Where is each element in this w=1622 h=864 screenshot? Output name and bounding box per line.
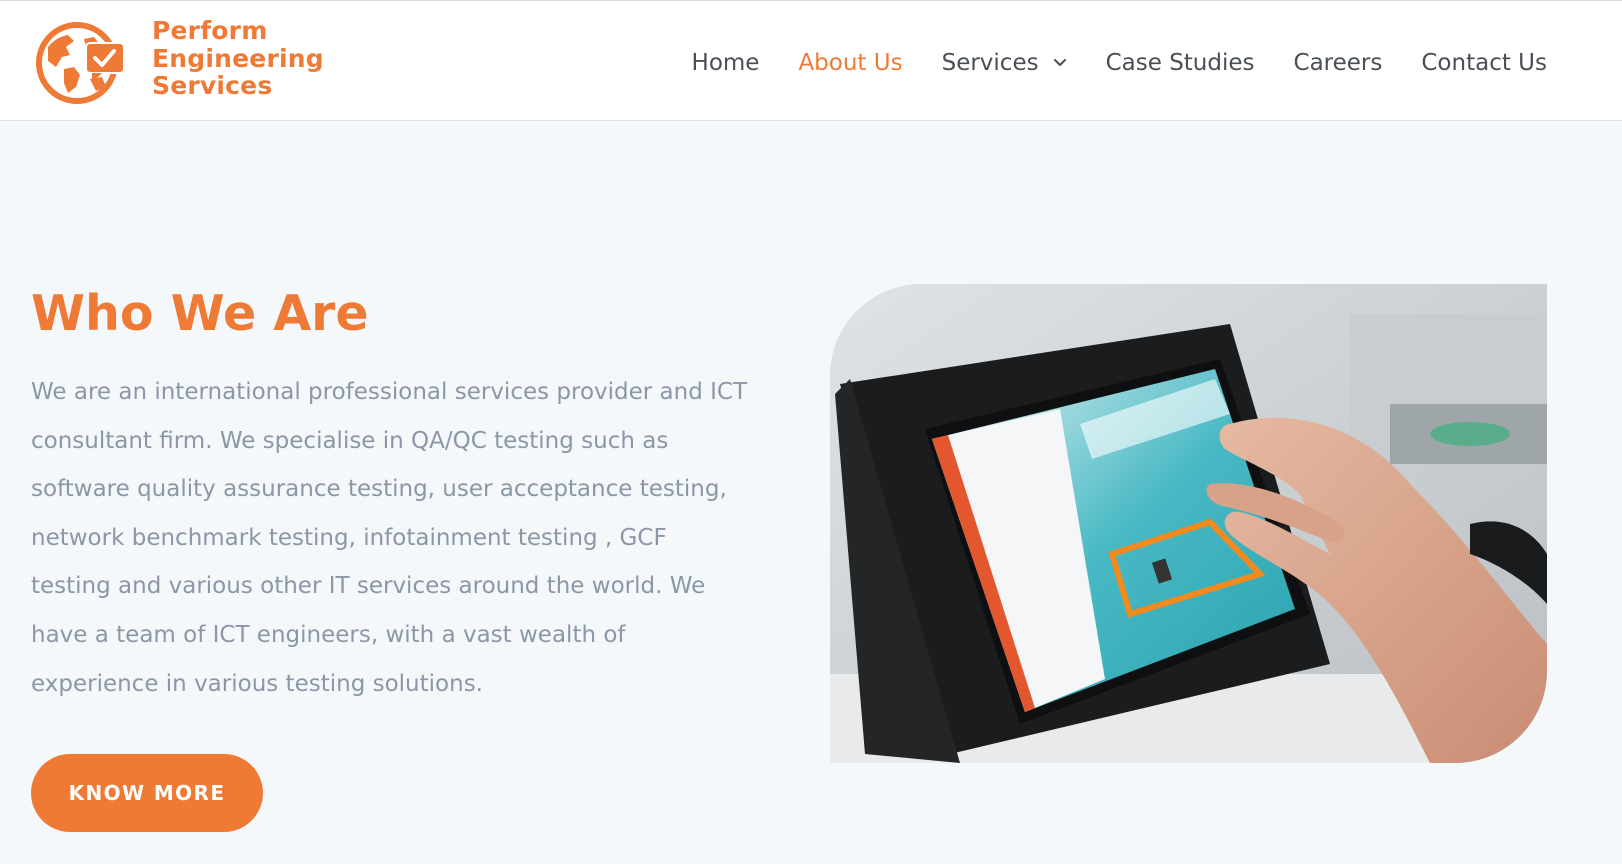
nav-item-home[interactable]: Home	[692, 50, 760, 76]
site-header: Perform Engineering Services Home About …	[0, 0, 1622, 121]
chevron-down-icon	[1053, 59, 1066, 66]
hero-description: We are an international professional ser…	[31, 379, 748, 697]
globe-checkmark-icon	[36, 22, 125, 104]
brand-name: Perform Engineering Services	[152, 17, 324, 100]
tablet-illustration	[830, 284, 1547, 763]
nav-item-label: About Us	[798, 50, 903, 76]
nav-item-case-studies[interactable]: Case Studies	[1106, 50, 1255, 76]
nav-item-contact-us[interactable]: Contact Us	[1421, 50, 1547, 76]
nav-item-label: Careers	[1293, 50, 1383, 76]
hand-touching-tablet-photo	[830, 284, 1547, 763]
nav-item-about-us[interactable]: About Us	[798, 50, 902, 76]
nav-item-careers[interactable]: Careers	[1294, 50, 1383, 76]
nav-item-label: Case Studies	[1105, 50, 1255, 76]
brand-name-line3: Services	[152, 71, 273, 100]
nav-item-label: Services	[941, 50, 1039, 76]
nav-item-services[interactable]: Services	[942, 50, 1067, 76]
hero-title: Who We Are	[31, 285, 369, 342]
know-more-button[interactable]: KNOW MORE	[31, 754, 263, 832]
nav-item-label: Contact Us	[1421, 50, 1547, 76]
brand-name-line1: Perform	[152, 16, 268, 45]
brand-name-line2: Engineering	[152, 43, 324, 73]
brand-logo[interactable]: Perform Engineering Services	[34, 15, 324, 107]
nav-item-label: Home	[691, 50, 760, 76]
main-navigation: Home About Us Services Case Studies Care…	[653, 45, 1547, 81]
